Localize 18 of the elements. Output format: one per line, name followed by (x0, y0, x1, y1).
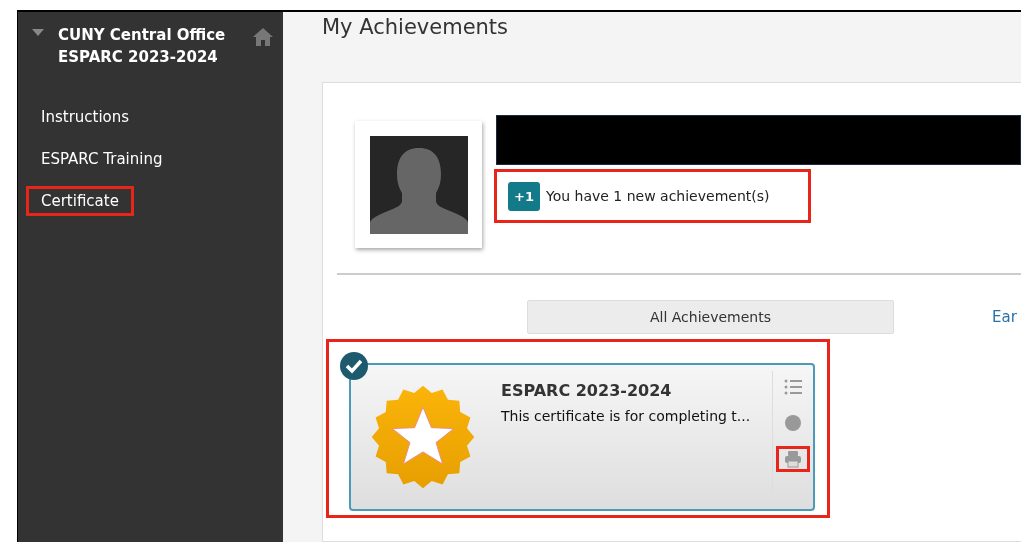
filter-button[interactable]: All Achievements (527, 300, 894, 334)
home-icon[interactable] (253, 28, 273, 46)
details-list-icon[interactable] (783, 377, 803, 397)
achievement-title: ESPARC 2023-2024 (501, 381, 673, 400)
print-icon[interactable] (783, 449, 803, 469)
page-title: My Achievements (322, 14, 510, 40)
circle-icon[interactable] (783, 413, 803, 433)
achievement-card[interactable]: ESPARC 2023-2024 This certificate is for completing t... (349, 363, 815, 511)
achievement-description: This certificate is for completing t... (501, 408, 752, 424)
sidebar-item[interactable]: ESPARC Training (26, 144, 178, 174)
count-badge: +1 (508, 181, 540, 211)
sidebar-item[interactable]: Certificate (26, 186, 134, 216)
sidebar-item[interactable]: Instructions (26, 102, 145, 132)
filter-link[interactable]: Ear (992, 308, 1017, 326)
notification-text: You have 1 new achievement(s) (545, 188, 770, 204)
avatar-silhouette-icon (369, 135, 468, 234)
course-title: CUNY Central Office ESPARC 2023-2024 (58, 25, 227, 68)
caret-icon[interactable] (32, 29, 44, 36)
